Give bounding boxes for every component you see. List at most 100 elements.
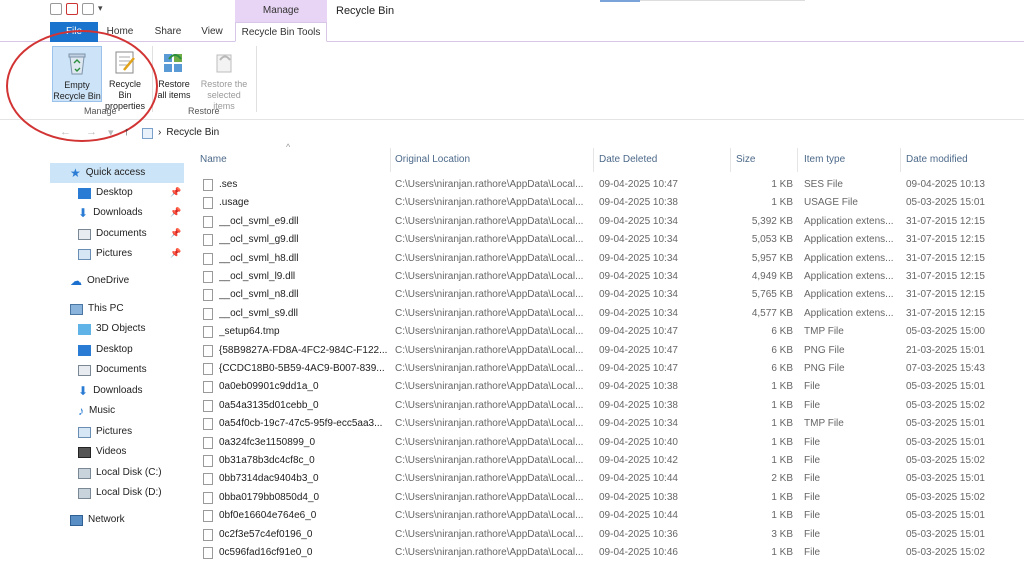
pin-icon[interactable]: 📌 xyxy=(170,187,181,198)
column-divider[interactable] xyxy=(797,148,798,172)
file-original-location: C:\Users\niranjan.rathore\AppData\Local.… xyxy=(395,491,584,503)
documents-icon xyxy=(78,364,91,376)
pin-icon[interactable]: 📌 xyxy=(170,248,181,259)
file-item-type: Application extens... xyxy=(804,215,894,227)
file-item-type: PNG File xyxy=(804,344,845,356)
breadcrumb[interactable]: › Recycle Bin xyxy=(142,125,1022,141)
file-date-deleted: 09-04-2025 10:34 xyxy=(599,418,678,430)
table-row[interactable]: __ocl_svml_e9.dll C:\Users\niranjan.ratho… xyxy=(195,213,1024,231)
table-row[interactable]: 0bb7314dac9404b3_0 C:\Users\niranjan.rath… xyxy=(195,470,1024,488)
file-icon xyxy=(203,252,213,265)
sidebar-item-local-disk-c[interactable]: Local Disk (C:) xyxy=(50,463,184,483)
sidebar-item-downloads-pc[interactable]: ⬇ Downloads xyxy=(50,381,184,401)
tab-recycle-bin-tools[interactable]: Recycle Bin Tools xyxy=(235,22,327,42)
sidebar-item-local-disk-d[interactable]: Local Disk (D:) xyxy=(50,483,184,503)
sidebar-item-network[interactable]: Network xyxy=(50,510,184,530)
sidebar-item-label: Local Disk (C:) xyxy=(96,467,162,478)
sidebar-item-desktop-pc[interactable]: Desktop xyxy=(50,340,184,360)
file-item-type: File xyxy=(804,528,821,540)
table-row[interactable]: __ocl_svml_l9.dll C:\Users\niranjan.ratho… xyxy=(195,268,1024,286)
sidebar-item-documents-pc[interactable]: Documents xyxy=(50,360,184,380)
breadcrumb-recycle-bin[interactable]: Recycle Bin xyxy=(166,125,219,141)
file-original-location: C:\Users\niranjan.rathore\AppData\Local.… xyxy=(395,252,584,264)
column-header-name[interactable]: Name xyxy=(200,150,227,170)
table-row[interactable]: 0a0eb09901c9dd1a_0 C:\Users\niranjan.rath… xyxy=(195,378,1024,396)
pin-icon[interactable]: 📌 xyxy=(170,207,181,218)
table-row[interactable]: .usage C:\Users\niranjan.rathore\AppData\… xyxy=(195,194,1024,212)
restore-all-items-button[interactable]: Restore all items xyxy=(154,46,194,101)
sidebar-item-label: Downloads xyxy=(93,207,143,218)
file-date-deleted: 09-04-2025 10:47 xyxy=(599,344,678,356)
table-row[interactable]: {58B9827A-FD8A-4FC2-984C-F122... C:\Users… xyxy=(195,342,1024,360)
table-row[interactable]: {CCDC18B0-5B59-4AC9-B007-839... C:\Users\… xyxy=(195,360,1024,378)
file-icon xyxy=(203,363,213,375)
back-arrow-icon[interactable]: ← xyxy=(60,126,71,138)
file-name: 0a54a3135d01cebb_0 xyxy=(219,399,319,411)
disk-icon xyxy=(78,467,91,479)
table-row[interactable]: 0bba0179bb0850d4_0 C:\Users\niranjan.rath… xyxy=(195,489,1024,507)
sidebar-item-music[interactable]: ♪ Music xyxy=(50,401,184,421)
column-divider[interactable] xyxy=(390,148,391,172)
chevron-down-icon[interactable]: ▾ xyxy=(108,126,114,139)
title-divider xyxy=(640,0,805,1)
column-divider[interactable] xyxy=(900,148,901,172)
check-icon[interactable] xyxy=(66,3,78,15)
column-divider[interactable] xyxy=(593,148,594,172)
column-header-date-deleted[interactable]: Date Deleted xyxy=(599,150,657,170)
file-date-deleted: 09-04-2025 10:47 xyxy=(599,363,678,374)
table-row[interactable]: 0a324fc3e1150899_0 C:\Users\niranjan.rath… xyxy=(195,434,1024,452)
column-header-item-type[interactable]: Item type xyxy=(804,150,845,170)
file-date-modified: 21-03-2025 15:01 xyxy=(906,344,985,356)
chevron-down-icon[interactable]: ▾ xyxy=(98,3,108,15)
file-date-deleted: 09-04-2025 10:34 xyxy=(599,271,678,282)
file-name: 0a0eb09901c9dd1a_0 xyxy=(219,381,319,393)
file-icon xyxy=(203,491,213,504)
restore-all-label-2: all items xyxy=(157,90,191,100)
table-row[interactable]: __ocl_svml_g9.dll C:\Users\niranjan.ratho… xyxy=(195,231,1024,249)
up-arrow-icon[interactable]: ↑ xyxy=(124,126,130,138)
column-header-date-modified[interactable]: Date modified xyxy=(906,150,968,170)
table-row[interactable]: __ocl_svml_h8.dll C:\Users\niranjan.ratho… xyxy=(195,250,1024,268)
sidebar-item-quick-access[interactable]: ★ Quick access xyxy=(50,163,184,183)
restore-selected-items-button[interactable]: Restore the selected items xyxy=(196,46,252,112)
sidebar-item-videos[interactable]: Videos xyxy=(50,442,184,462)
table-row[interactable]: 0c596fad16cf91e0_0 C:\Users\niranjan.rath… xyxy=(195,544,1024,562)
file-size: 5,392 KB xyxy=(751,215,793,227)
table-row[interactable]: _setup64.tmp C:\Users\niranjan.rathore\Ap… xyxy=(195,323,1024,341)
sidebar-item-this-pc[interactable]: This PC xyxy=(50,299,184,319)
sidebar-item-onedrive[interactable]: ☁ OneDrive xyxy=(50,271,184,291)
new-folder-icon[interactable] xyxy=(82,3,94,15)
table-row[interactable]: .ses C:\Users\niranjan.rathore\AppData\Lo… xyxy=(195,176,1024,194)
sidebar-item-downloads[interactable]: ⬇ Downloads xyxy=(50,203,184,223)
table-row[interactable]: __ocl_svml_n8.dll C:\Users\niranjan.ratho… xyxy=(195,286,1024,304)
file-date-deleted: 09-04-2025 10:34 xyxy=(599,289,678,301)
column-header-size[interactable]: Size xyxy=(736,150,755,170)
table-row[interactable]: 0c2f3e57c4ef0196_0 C:\Users\niranjan.rath… xyxy=(195,526,1024,544)
sidebar-item-desktop[interactable]: Desktop xyxy=(50,183,184,203)
table-row[interactable]: 0a54a3135d01cebb_0 C:\Users\niranjan.rath… xyxy=(195,397,1024,415)
file-date-modified: 05-03-2025 15:02 xyxy=(906,455,985,466)
table-row[interactable]: 0bf0e16604e764e6_0 C:\Users\niranjan.rath… xyxy=(195,507,1024,525)
file-original-location: C:\Users\niranjan.rathore\AppData\Local.… xyxy=(395,473,584,485)
tab-view[interactable]: View xyxy=(192,22,232,42)
table-row[interactable]: 0b31a78b3dc4cf8c_0 C:\Users\niranjan.rath… xyxy=(195,452,1024,470)
sidebar-item-3d-objects[interactable]: 3D Objects xyxy=(50,319,184,339)
table-row[interactable]: __ocl_svml_s9.dll C:\Users\niranjan.ratho… xyxy=(195,305,1024,323)
forward-arrow-icon[interactable]: → xyxy=(86,126,97,138)
file-name: __ocl_svml_g9.dll xyxy=(219,234,299,246)
file-name: {58B9827A-FD8A-4FC2-984C-F122... xyxy=(219,344,388,356)
file-original-location: C:\Users\niranjan.rathore\AppData\Local.… xyxy=(395,289,584,301)
sidebar-item-pictures[interactable]: Pictures xyxy=(50,244,184,264)
tab-share[interactable]: Share xyxy=(148,22,188,42)
file-icon xyxy=(203,344,213,357)
column-divider[interactable] xyxy=(730,148,731,172)
column-header-original-location[interactable]: Original Location xyxy=(395,150,470,170)
table-row[interactable]: 0a54f0cb-19c7-47c5-95f9-ecc5aa3... C:\Use… xyxy=(195,415,1024,433)
pin-icon[interactable]: 📌 xyxy=(170,228,181,239)
sidebar-item-pictures-pc[interactable]: Pictures xyxy=(50,422,184,442)
sidebar-item-label: Videos xyxy=(96,446,127,457)
sidebar-item-documents[interactable]: Documents xyxy=(50,224,184,244)
properties-icon[interactable] xyxy=(50,3,62,15)
file-size: 4,949 KB xyxy=(751,271,793,282)
star-icon: ★ xyxy=(70,166,81,180)
